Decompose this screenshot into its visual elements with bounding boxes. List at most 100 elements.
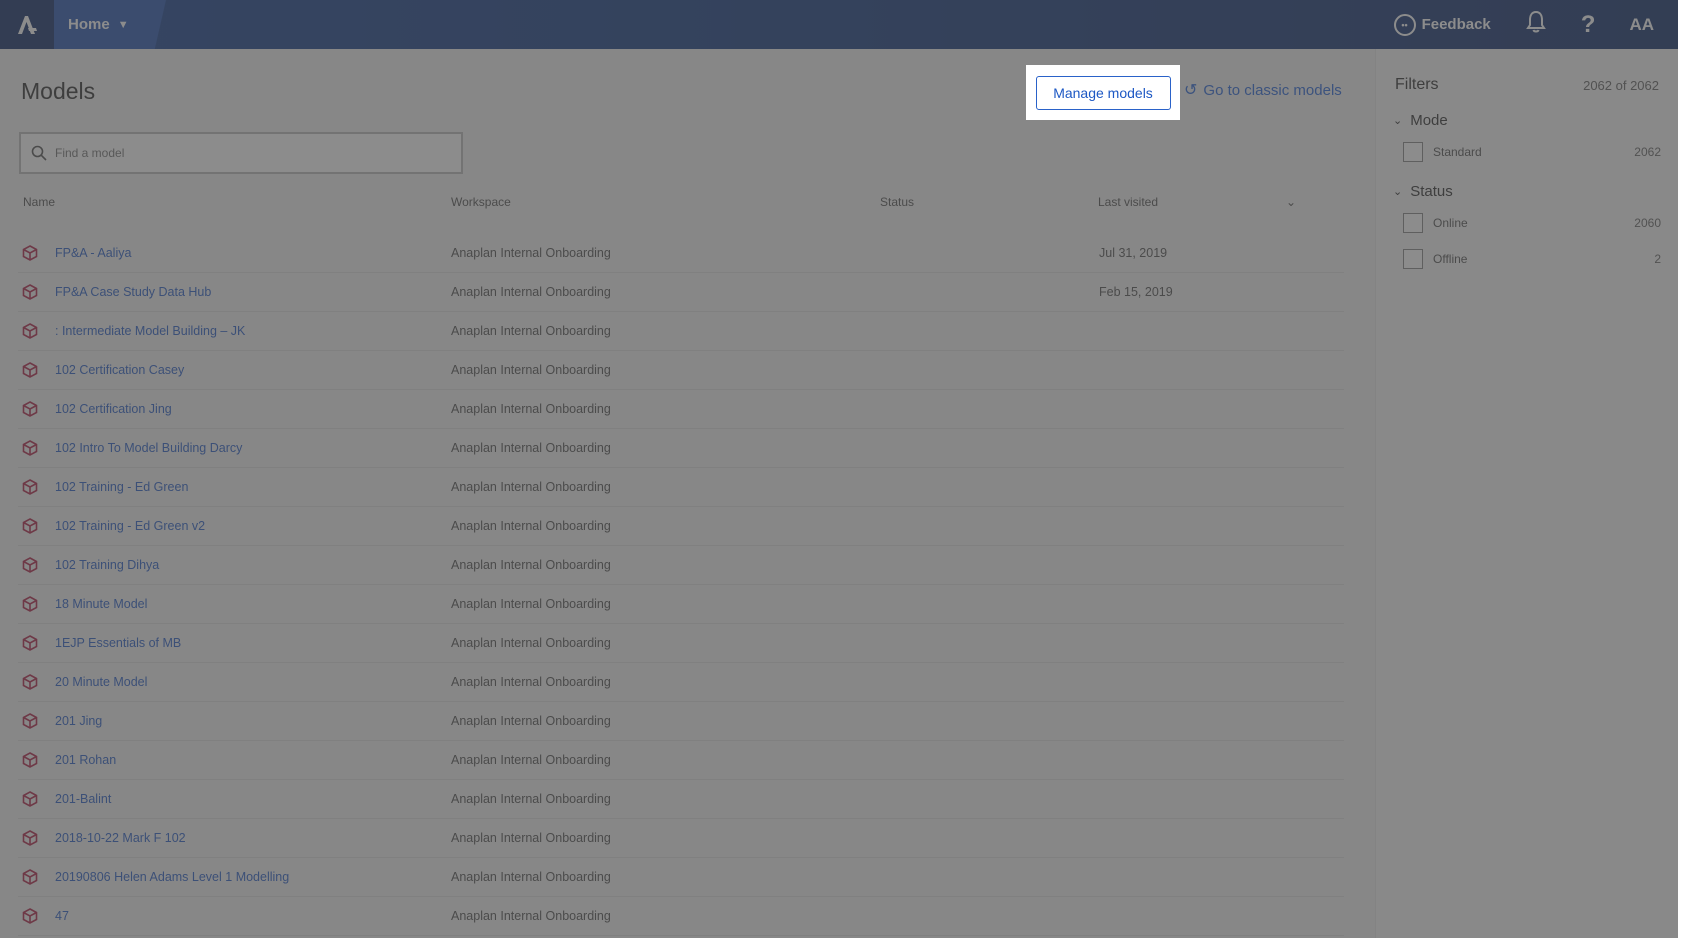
chat-bubble-icon: ••	[1393, 13, 1416, 36]
model-name-link[interactable]: 102 Certification Casey	[55, 363, 184, 377]
model-name-link[interactable]: 201-Balint	[55, 792, 111, 806]
table-row[interactable]: 18 Minute Model Anaplan Internal Onboardi…	[18, 585, 1344, 624]
model-name-link[interactable]: : Intermediate Model Building – JK	[55, 324, 245, 338]
column-header-status[interactable]: Status	[880, 195, 914, 209]
table-row[interactable]: 20 Minute Model Anaplan Internal Onboardi…	[18, 663, 1344, 702]
filter-group-label: Status	[1410, 183, 1453, 200]
help-button[interactable]: ?	[1581, 11, 1596, 39]
model-name-link[interactable]: FP&A - Aaliya	[55, 246, 131, 260]
search-input[interactable]	[55, 146, 435, 160]
model-cube-icon	[22, 791, 38, 807]
anaplan-logo-icon	[18, 15, 37, 34]
model-search-box[interactable]	[19, 132, 463, 174]
model-name-link[interactable]: 2018-10-22 Mark F 102	[55, 831, 186, 845]
checkbox[interactable]	[1403, 213, 1423, 233]
filter-option-label: Offline	[1433, 252, 1468, 266]
home-tab-label: Home	[68, 16, 110, 33]
filter-option-label: Standard	[1433, 145, 1482, 159]
workspace-cell: Anaplan Internal Onboarding	[451, 324, 611, 338]
chevron-down-icon: ⌄	[1393, 115, 1403, 127]
last-visited-cell: Feb 15, 2019	[1099, 285, 1173, 299]
model-name-link[interactable]: 102 Intro To Model Building Darcy	[55, 441, 242, 455]
table-row[interactable]: 201 Jing Anaplan Internal Onboarding	[18, 702, 1344, 741]
filter-option-count: 2060	[1634, 216, 1661, 230]
filter-group-mode[interactable]: ⌄ Mode	[1393, 112, 1448, 129]
table-row[interactable]: 201-Balint Anaplan Internal Onboarding	[18, 780, 1344, 819]
workspace-cell: Anaplan Internal Onboarding	[451, 792, 611, 806]
model-cube-icon	[22, 596, 38, 612]
workspace-cell: Anaplan Internal Onboarding	[451, 753, 611, 767]
workspace-cell: Anaplan Internal Onboarding	[451, 909, 611, 923]
table-row[interactable]: 20190806 Helen Adams Level 1 Modelling An…	[18, 858, 1344, 897]
table-row[interactable]: 102 Training Dihya Anaplan Internal Onboa…	[18, 546, 1344, 585]
search-icon	[31, 145, 47, 161]
filter-option-standard[interactable]: Standard 2062	[1403, 142, 1661, 162]
table-row[interactable]: 47 Anaplan Internal Onboarding	[18, 897, 1344, 936]
model-name-link[interactable]: 18 Minute Model	[55, 597, 147, 611]
filter-option-count: 2	[1654, 252, 1661, 266]
column-header-name[interactable]: Name	[23, 195, 55, 209]
chevron-down-icon: ⌄	[1393, 186, 1403, 198]
model-name-link[interactable]: 201 Rohan	[55, 753, 116, 767]
model-name-link[interactable]: FP&A Case Study Data Hub	[55, 285, 211, 299]
workspace-cell: Anaplan Internal Onboarding	[451, 519, 611, 533]
checkbox[interactable]	[1403, 142, 1423, 162]
table-row[interactable]: 102 Intro To Model Building Darcy Anaplan…	[18, 429, 1344, 468]
model-name-link[interactable]: 1EJP Essentials of MB	[55, 636, 181, 650]
model-name-link[interactable]: 20190806 Helen Adams Level 1 Modelling	[55, 870, 289, 884]
column-header-workspace[interactable]: Workspace	[451, 195, 511, 209]
model-cube-icon	[22, 752, 38, 768]
model-cube-icon	[22, 440, 38, 456]
table-row[interactable]: 201 Rohan Anaplan Internal Onboarding	[18, 741, 1344, 780]
filter-option-online[interactable]: Online 2060	[1403, 213, 1661, 233]
checkbox[interactable]	[1403, 249, 1423, 269]
notifications-button[interactable]	[1525, 10, 1547, 39]
chevron-down-icon: ▼	[117, 18, 129, 31]
anaplan-logo[interactable]	[0, 0, 54, 49]
home-menu-tab[interactable]: Home ▼	[54, 0, 166, 49]
model-cube-icon	[22, 245, 38, 261]
feedback-button[interactable]: •• Feedback	[1393, 13, 1491, 36]
model-name-link[interactable]: 20 Minute Model	[55, 675, 147, 689]
manage-models-highlight: Manage models	[1026, 65, 1180, 120]
model-cube-icon	[22, 479, 38, 495]
go-to-classic-models-link[interactable]: ↺ Go to classic models	[1184, 80, 1342, 100]
table-row[interactable]: 102 Training - Ed Green v2 Anaplan Intern…	[18, 507, 1344, 546]
column-header-last-visited[interactable]: Last visited	[1098, 195, 1158, 209]
bell-icon	[1525, 10, 1546, 33]
undo-arrow-icon: ↺	[1184, 82, 1198, 99]
model-cube-icon	[22, 284, 38, 300]
filter-group-status[interactable]: ⌄ Status	[1393, 183, 1453, 200]
classic-link-label: Go to classic models	[1203, 81, 1342, 99]
model-cube-icon	[22, 869, 38, 885]
workspace-cell: Anaplan Internal Onboarding	[451, 675, 611, 689]
filters-title: Filters	[1395, 76, 1439, 93]
table-row[interactable]: : Intermediate Model Building – JK Anapla…	[18, 312, 1344, 351]
model-name-link[interactable]: 47	[55, 909, 69, 923]
model-name-link[interactable]: 102 Certification Jing	[55, 402, 172, 416]
model-cube-icon	[22, 518, 38, 534]
sort-chevron-down-icon[interactable]: ⌄	[1286, 195, 1296, 209]
table-row[interactable]: 102 Certification Casey Anaplan Internal …	[18, 351, 1344, 390]
table-row[interactable]: FP&A Case Study Data Hub Anaplan Internal…	[18, 273, 1344, 312]
table-row[interactable]: 2018-10-22 Mark F 102 Anaplan Internal On…	[18, 819, 1344, 858]
table-row[interactable]: FP&A - Aaliya Anaplan Internal Onboarding…	[18, 234, 1344, 273]
model-name-link[interactable]: 102 Training - Ed Green v2	[55, 519, 205, 533]
user-avatar[interactable]: AA	[1629, 15, 1654, 35]
manage-models-button[interactable]: Manage models	[1035, 75, 1171, 110]
workspace-cell: Anaplan Internal Onboarding	[451, 480, 611, 494]
workspace-cell: Anaplan Internal Onboarding	[451, 558, 611, 572]
workspace-cell: Anaplan Internal Onboarding	[451, 714, 611, 728]
page-title: Models	[21, 78, 96, 104]
model-name-link[interactable]: 102 Training - Ed Green	[55, 480, 188, 494]
table-row[interactable]: 102 Training - Ed Green Anaplan Internal …	[18, 468, 1344, 507]
table-row[interactable]: 102 Certification Jing Anaplan Internal O…	[18, 390, 1344, 429]
filter-option-label: Online	[1433, 216, 1468, 230]
model-cube-icon	[22, 557, 38, 573]
model-cube-icon	[22, 323, 38, 339]
model-name-link[interactable]: 102 Training Dihya	[55, 558, 159, 572]
filter-option-offline[interactable]: Offline 2	[1403, 249, 1661, 269]
model-name-link[interactable]: 201 Jing	[55, 714, 102, 728]
table-row[interactable]: 1EJP Essentials of MB Anaplan Internal On…	[18, 624, 1344, 663]
workspace-cell: Anaplan Internal Onboarding	[451, 246, 611, 260]
